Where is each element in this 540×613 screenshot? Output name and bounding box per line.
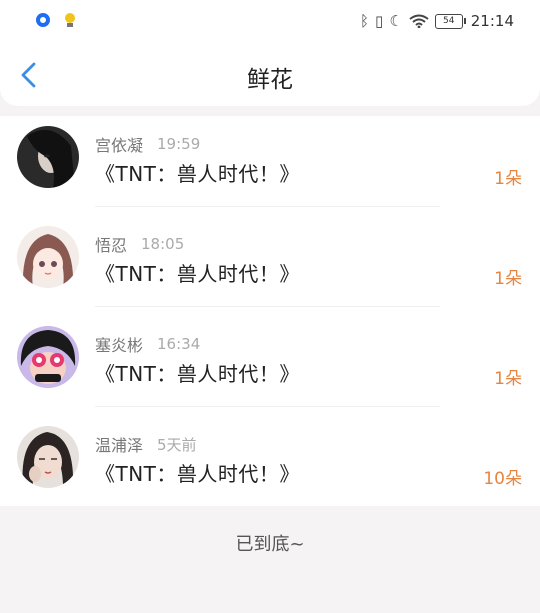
item-meta: 塞炎彬 16:34	[95, 332, 200, 356]
book-title: 《TNT：兽人时代！》	[95, 262, 300, 286]
sender-name: 悟忍	[95, 236, 128, 255]
divider	[95, 306, 440, 307]
moon-icon: ☾	[389, 12, 403, 30]
item-meta: 温浦泽 5天前	[95, 432, 197, 456]
vibrate-icon: ▯	[375, 12, 384, 30]
avatar[interactable]	[17, 426, 79, 488]
list-item[interactable]: 温浦泽 5天前 《TNT：兽人时代！》 10朵	[0, 416, 540, 516]
sender-name: 宫依凝	[95, 136, 144, 155]
list-item[interactable]: 悟忍 18:05 《TNT：兽人时代！》 1朵	[0, 216, 540, 316]
status-indicators: ᛒ ▯ ☾ 54 21:14	[360, 12, 514, 30]
book-title: 《TNT：兽人时代！》	[95, 162, 300, 186]
battery-icon: 54	[434, 13, 466, 29]
app-notification-icon	[36, 13, 50, 27]
avatar[interactable]	[17, 226, 79, 288]
flower-count: 10朵	[483, 469, 522, 489]
sender-name: 温浦泽	[95, 436, 144, 455]
book-title: 《TNT：兽人时代！》	[95, 462, 300, 486]
item-meta: 悟忍 18:05	[95, 232, 184, 256]
avatar[interactable]	[17, 126, 79, 188]
flower-count: 1朵	[494, 369, 522, 389]
sent-time: 16:34	[157, 335, 201, 353]
status-notifications	[36, 13, 76, 27]
end-of-list-text: 已到底~	[235, 534, 305, 555]
book-title: 《TNT：兽人时代！》	[95, 362, 300, 386]
avatar[interactable]	[17, 326, 79, 388]
flower-count: 1朵	[494, 269, 522, 289]
item-meta: 宫依凝 19:59	[95, 132, 200, 156]
divider	[95, 406, 440, 407]
wifi-icon	[409, 14, 429, 28]
nav-bar: 鲜花	[0, 44, 540, 106]
status-bar: ᛒ ▯ ☾ 54 21:14	[0, 0, 540, 44]
status-time: 21:14	[470, 12, 514, 30]
flower-count: 1朵	[494, 169, 522, 189]
sender-name: 塞炎彬	[95, 336, 144, 355]
sent-time: 18:05	[141, 235, 185, 253]
bulb-notification-icon	[64, 13, 76, 27]
list-item[interactable]: 宫依凝 19:59 《TNT：兽人时代！》 1朵	[0, 116, 540, 216]
list-item[interactable]: 塞炎彬 16:34 《TNT：兽人时代！》 1朵	[0, 316, 540, 416]
flower-list: 宫依凝 19:59 《TNT：兽人时代！》 1朵 悟忍 18:05 《TNT：兽…	[0, 116, 540, 506]
bluetooth-icon: ᛒ	[360, 12, 370, 30]
sent-time: 5天前	[157, 435, 197, 454]
page-title: 鲜花	[247, 67, 293, 93]
divider	[95, 206, 440, 207]
sent-time: 19:59	[157, 135, 201, 153]
